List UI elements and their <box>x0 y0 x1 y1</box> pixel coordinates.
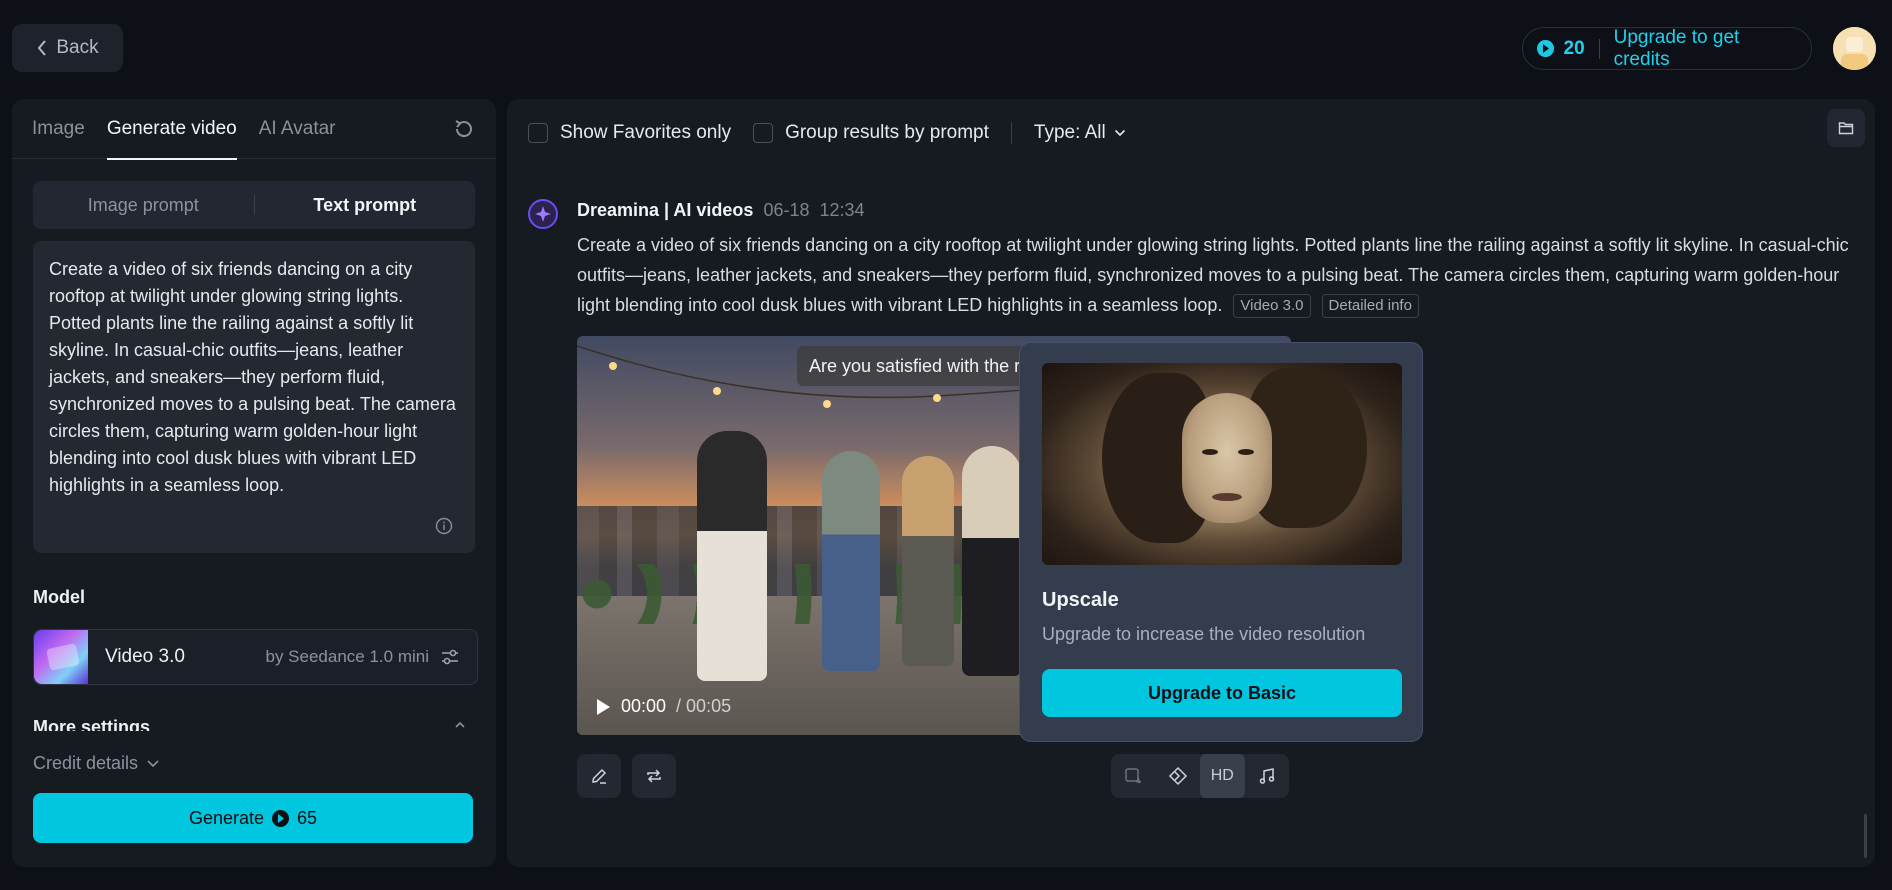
upscale-description: Upgrade to increase the video resolution <box>1042 624 1366 644</box>
results-scrollbar[interactable] <box>1864 814 1867 858</box>
chevron-down-icon <box>147 759 159 767</box>
portrait-eye <box>1202 449 1218 455</box>
upscale-title: Upscale <box>1042 589 1119 611</box>
result-source: Dreamina | AI videos <box>577 200 754 220</box>
model-provider: by Seedance 1.0 mini <box>265 647 430 666</box>
result-date: 06-18 <box>763 200 810 220</box>
upscale-preview-image <box>1042 363 1402 565</box>
group-checkbox[interactable] <box>753 123 774 143</box>
folder-icon <box>1838 122 1854 135</box>
dreamina-logo-icon <box>528 199 558 229</box>
model-label: Model <box>33 587 85 607</box>
text-prompt-option[interactable]: Text prompt <box>255 195 476 216</box>
dancer-figure <box>697 431 767 681</box>
portrait-face <box>1182 393 1272 523</box>
diamond-icon <box>1168 766 1187 786</box>
prompt-text: Create a video of six friends dancing on… <box>49 259 456 495</box>
back-button[interactable]: Back <box>12 24 123 72</box>
video-tools: HD <box>1111 754 1289 798</box>
back-label: Back <box>56 37 99 58</box>
credit-coin-icon <box>1537 40 1554 57</box>
prompt-input[interactable]: Create a video of six friends dancing on… <box>33 241 475 553</box>
playback-controls: 00:00 / 00:05 <box>595 696 731 717</box>
chevron-up-icon[interactable] <box>454 719 466 731</box>
type-filter-label: Type: All <box>1033 122 1106 143</box>
model-chip[interactable]: Video 3.0 <box>1233 294 1311 318</box>
upgrade-to-basic-button[interactable]: Upgrade to Basic <box>1042 669 1402 717</box>
model-selector[interactable]: Video 3.0 by Seedance 1.0 mini <box>33 629 478 685</box>
credits-count: 20 <box>1563 37 1585 59</box>
credit-coin-icon <box>272 809 290 827</box>
folder-button[interactable] <box>1827 109 1865 147</box>
dancer-figure <box>962 446 1022 676</box>
generate-label: Generate <box>188 807 265 828</box>
frame-extend-button[interactable] <box>1111 754 1156 798</box>
mode-tabs: Image Generate video AI Avatar <box>12 99 496 160</box>
time-total: / 00:05 <box>676 696 732 716</box>
generate-button[interactable]: Generate 65 <box>33 793 473 843</box>
type-filter-dropdown[interactable]: Type: All <box>1034 122 1126 144</box>
interpolate-button[interactable] <box>1156 754 1201 798</box>
upscale-popover: Upscale Upgrade to increase the video re… <box>1019 342 1423 742</box>
credit-details-toggle[interactable]: Credit details <box>33 753 160 774</box>
credits-pill[interactable]: 20 Upgrade to get credits <box>1522 27 1812 70</box>
edit-button[interactable] <box>577 754 621 798</box>
detailed-info-chip[interactable]: Detailed info <box>1321 294 1419 318</box>
repeat-icon <box>647 769 661 783</box>
sliders-icon[interactable] <box>439 646 461 668</box>
generation-panel: Image Generate video AI Avatar Image pro… <box>12 99 496 867</box>
dancer-figure <box>822 451 880 671</box>
favorites-checkbox[interactable] <box>528 123 548 143</box>
dancer-figure <box>902 456 954 666</box>
time-current: 00:00 <box>621 696 667 716</box>
portrait-eye <box>1238 449 1254 455</box>
user-avatar[interactable] <box>1833 27 1876 70</box>
generate-cost: 65 <box>297 807 318 828</box>
prompt-mode-toggle: Image prompt Text prompt <box>33 181 475 229</box>
hd-upscale-button[interactable]: HD <box>1200 754 1245 798</box>
model-name: Video 3.0 <box>105 646 185 667</box>
credits-divider <box>1598 38 1600 59</box>
model-thumbnail <box>34 630 88 684</box>
more-settings-header[interactable]: More settings <box>33 717 150 731</box>
tab-generate-video[interactable]: Generate video <box>106 99 237 160</box>
tab-image[interactable]: Image <box>32 99 85 159</box>
portrait-lips <box>1212 493 1242 501</box>
refresh-icon[interactable] <box>452 117 476 141</box>
result-header: Dreamina | AI videos 06-18 12:34 <box>577 200 865 221</box>
result-prompt-text: Create a video of six friends dancing on… <box>577 235 1849 315</box>
chevron-down-icon <box>1114 129 1125 137</box>
frame-add-icon <box>1125 768 1142 784</box>
result-time: 12:34 <box>819 200 865 220</box>
credit-details-label: Credit details <box>33 753 139 773</box>
image-prompt-option[interactable]: Image prompt <box>33 195 254 216</box>
play-icon[interactable] <box>595 698 611 716</box>
filter-divider <box>1010 122 1012 144</box>
favorites-label: Show Favorites only <box>560 122 732 143</box>
chevron-left-icon <box>38 40 47 56</box>
upgrade-credits-link[interactable]: Upgrade to get credits <box>1614 27 1795 71</box>
pencil-icon <box>592 768 607 784</box>
regenerate-button[interactable] <box>632 754 676 798</box>
favorites-filter[interactable]: Show Favorites only <box>528 122 731 144</box>
tab-ai-avatar[interactable]: AI Avatar <box>259 99 336 159</box>
filter-bar: Show Favorites only Group results by pro… <box>528 116 1126 150</box>
group-label: Group results by prompt <box>785 122 989 143</box>
group-filter[interactable]: Group results by prompt <box>753 122 989 144</box>
info-icon[interactable] <box>435 517 453 535</box>
result-prompt: Create a video of six friends dancing on… <box>577 230 1857 320</box>
music-note-icon <box>1259 768 1274 784</box>
music-button[interactable] <box>1245 754 1290 798</box>
